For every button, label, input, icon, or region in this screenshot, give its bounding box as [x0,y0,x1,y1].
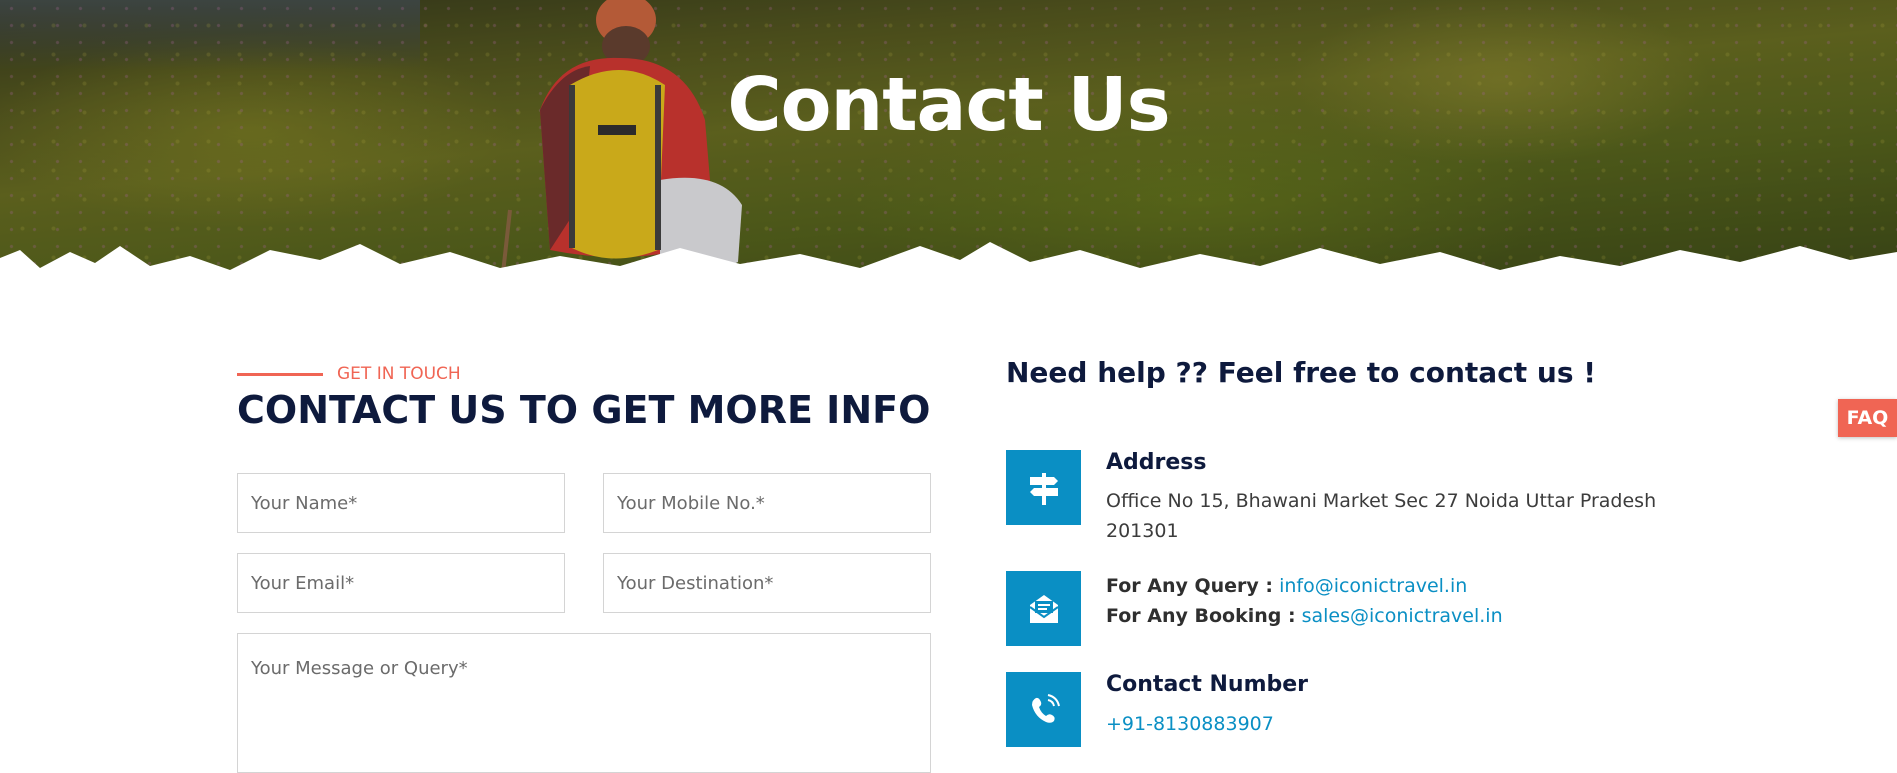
form-title: CONTACT US TO GET MORE INFO [237,388,931,432]
email-input[interactable] [237,553,565,613]
phone-heading: Contact Number [1106,672,1309,697]
faq-button[interactable]: FAQ [1838,399,1897,437]
booking-email-link[interactable]: sales@iconictravel.in [1302,605,1503,627]
query-label: For Any Query : [1106,575,1274,597]
phone-icon [1031,693,1060,723]
address-icon-box [1006,450,1081,525]
phone-icon-box [1006,672,1081,747]
destination-input[interactable] [603,553,931,613]
message-textarea[interactable] [237,633,931,773]
query-email-link[interactable]: info@iconictravel.in [1279,575,1467,597]
address-heading: Address [1106,450,1207,475]
signpost-icon [1029,472,1058,505]
address-line-1: Office No 15, Bhawani Market Sec 27 Noid… [1106,490,1657,512]
brush-divider [0,242,1897,322]
email-details: For Any Query : info@iconictravel.in For… [1106,571,1503,631]
hero-banner: Contact Us [0,0,1897,322]
mobile-input[interactable] [603,473,931,533]
address-line-2: 201301 [1106,520,1179,542]
address-text: Office No 15, Bhawani Market Sec 27 Noid… [1106,486,1656,546]
query-row: For Any Query : info@iconictravel.in [1106,571,1503,601]
eyebrow: GET IN TOUCH [237,364,461,384]
phone-details: +91-8130883907 [1106,709,1274,739]
name-input[interactable] [237,473,565,533]
email-icon-box [1006,571,1081,646]
eyebrow-line [237,372,323,376]
booking-row: For Any Booking : sales@iconictravel.in [1106,601,1503,631]
phone-link[interactable]: +91-8130883907 [1106,713,1274,735]
page-title: Contact Us [727,62,1170,148]
eyebrow-text: GET IN TOUCH [337,364,461,384]
help-title: Need help ?? Feel free to contact us ! [1006,356,1597,389]
booking-label: For Any Booking : [1106,605,1296,627]
envelope-icon [1028,594,1059,623]
